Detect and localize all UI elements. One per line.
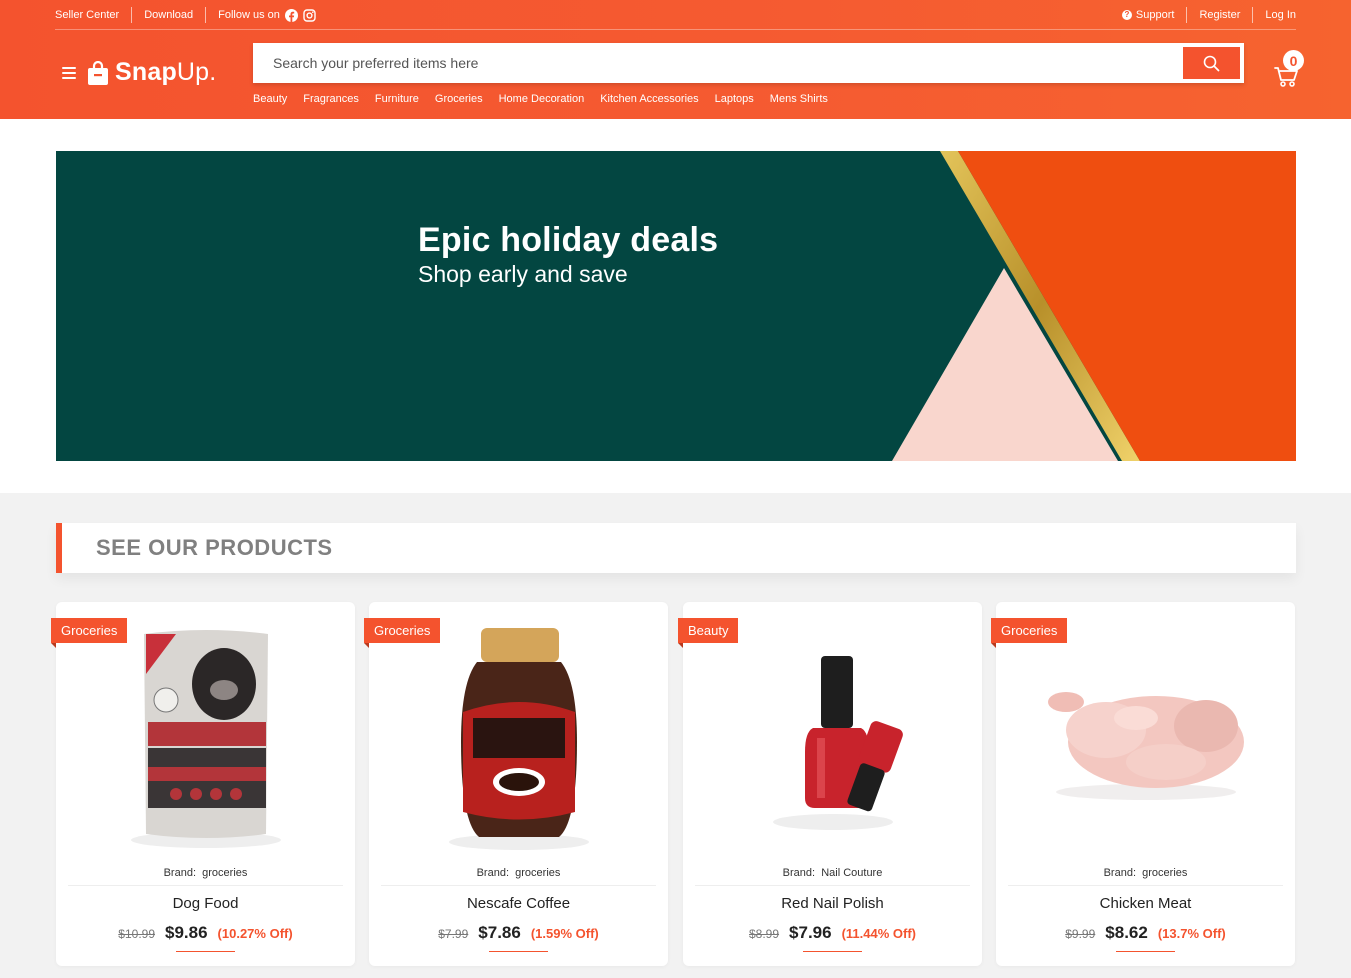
product-card[interactable]: Beauty Brand: Nail Couture Red Nail Poli…: [678, 602, 982, 966]
discount: (1.59% Off): [530, 926, 599, 941]
product-brand: Brand: groceries: [1103, 867, 1188, 879]
current-price: $8.62: [1105, 923, 1148, 942]
price-underline: [489, 951, 548, 952]
search-icon: [1203, 55, 1220, 71]
discount: (10.27% Off): [217, 926, 293, 941]
discount: (11.44% Off): [841, 926, 916, 941]
divider: [695, 885, 970, 886]
product-name: Dog Food: [172, 895, 239, 912]
original-price: $7.99: [438, 927, 469, 941]
logo[interactable]: SnapUp.: [87, 58, 216, 87]
original-price: $9.99: [1065, 927, 1096, 941]
instagram-icon[interactable]: [303, 8, 316, 22]
banner-title: Epic holiday deals: [418, 221, 719, 259]
product-name: Red Nail Polish: [781, 895, 884, 912]
section-title: SEE OUR PRODUCTS: [96, 535, 333, 560]
login-link[interactable]: Log In: [1252, 7, 1296, 23]
search-input[interactable]: [253, 43, 1178, 83]
price-underline: [1116, 951, 1175, 952]
category-mens-shirts[interactable]: Mens Shirts: [770, 93, 828, 105]
product-card[interactable]: Groceries Brand: groceries Dog Food $10.…: [51, 602, 355, 966]
product-name: Nescafe Coffee: [466, 895, 571, 912]
current-price: $7.96: [789, 923, 832, 942]
category-furniture[interactable]: Furniture: [375, 93, 419, 105]
product-card[interactable]: Groceries Brand: groceries Nescafe Coffe…: [364, 602, 668, 966]
banner-graphic: [56, 151, 1296, 461]
category-tag: Beauty: [678, 618, 739, 648]
product-price: $7.99 $7.86 (1.59% Off): [369, 923, 668, 943]
price-underline: [803, 951, 862, 952]
section-header: SEE OUR PRODUCTS: [56, 523, 1296, 573]
category-beauty[interactable]: Beauty: [253, 93, 287, 105]
banner-subtitle: Shop early and save: [418, 261, 628, 287]
hamburger-menu-icon[interactable]: [62, 67, 76, 79]
search-button[interactable]: [1183, 47, 1240, 79]
current-price: $9.86: [165, 923, 208, 942]
price-underline: [176, 951, 235, 952]
product-name: Chicken Meat: [1099, 895, 1192, 912]
product-brand: Brand: groceries: [163, 867, 248, 879]
divider: [381, 885, 656, 886]
category-kitchen-accessories[interactable]: Kitchen Accessories: [600, 93, 698, 105]
top-bar: Seller Center Download Follow us on ? Su…: [55, 0, 1296, 30]
facebook-icon[interactable]: [284, 8, 298, 22]
product-price: $8.99 $7.96 (11.44% Off): [683, 923, 982, 943]
help-icon: ?: [1121, 10, 1132, 20]
chicken-meat-image: [1048, 692, 1244, 800]
support-link[interactable]: ? Support: [1110, 7, 1187, 23]
product-brand: Brand: Nail Couture: [782, 867, 883, 879]
category-home-decoration[interactable]: Home Decoration: [499, 93, 585, 105]
support-label: Support: [1135, 9, 1175, 21]
category-laptops[interactable]: Laptops: [715, 93, 754, 105]
category-groceries[interactable]: Groceries: [435, 93, 483, 105]
original-price: $10.99: [118, 927, 155, 941]
category-fragrances[interactable]: Fragrances: [303, 93, 359, 105]
product-price: $9.99 $8.62 (13.7% Off): [996, 923, 1295, 943]
cart-count-badge: 0: [1283, 50, 1304, 71]
product-card[interactable]: Groceries Brand: groceries Chicken Meat …: [991, 602, 1295, 966]
current-price: $7.86: [478, 923, 521, 942]
register-link[interactable]: Register: [1186, 7, 1252, 23]
product-brand: Brand: groceries: [476, 867, 561, 879]
download-link[interactable]: Download: [131, 7, 205, 23]
search-bar: [253, 43, 1244, 83]
divider: [1008, 885, 1283, 886]
brand-name: SnapUp.: [115, 58, 217, 86]
divider: [68, 885, 343, 886]
coffee-jar-image: [449, 628, 589, 850]
hero-section: Epic holiday deals Shop early and save: [0, 119, 1351, 493]
seller-center-link[interactable]: Seller Center: [55, 7, 131, 23]
category-nav: Beauty Fragrances Furniture Groceries Ho…: [253, 93, 844, 105]
product-price: $10.99 $9.86 (10.27% Off): [56, 923, 355, 943]
shopping-bag-icon: [88, 60, 108, 85]
site-header: Seller Center Download Follow us on ? Su…: [0, 0, 1351, 119]
dog-food-image: [131, 630, 281, 848]
follow-us-label: Follow us on: [218, 9, 280, 21]
follow-us: Follow us on: [205, 7, 328, 23]
hero-banner[interactable]: Epic holiday deals Shop early and save: [56, 151, 1296, 461]
original-price: $8.99: [749, 927, 780, 941]
discount: (13.7% Off): [1157, 926, 1226, 941]
nail-polish-image: [773, 656, 903, 830]
